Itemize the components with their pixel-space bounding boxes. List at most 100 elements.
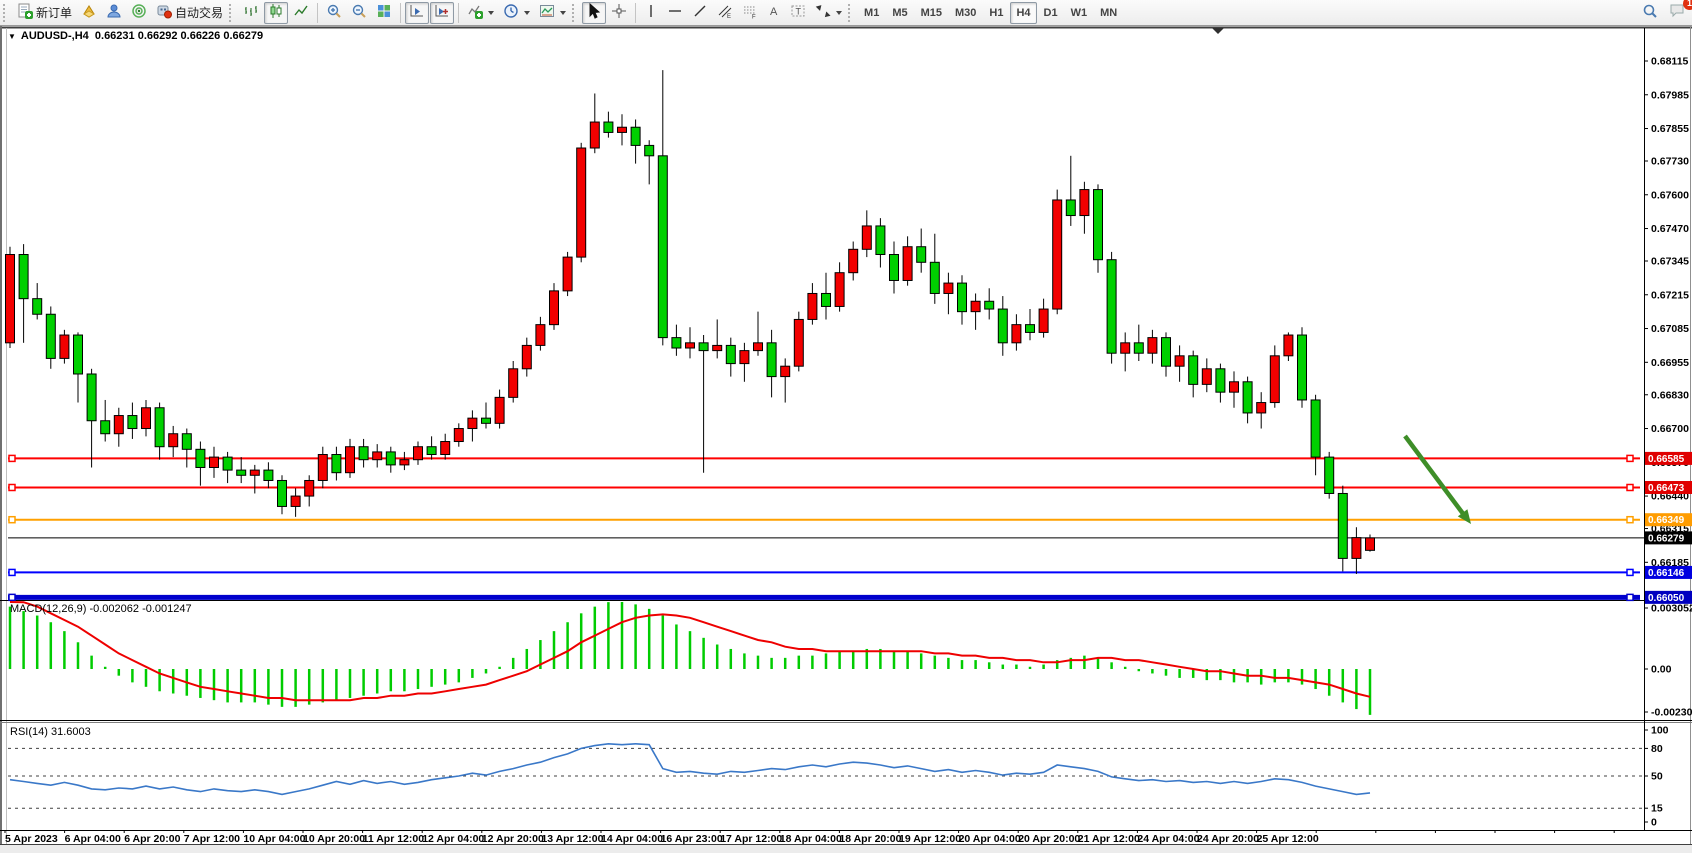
candle-body <box>155 408 164 447</box>
zoom-in-icon <box>326 3 342 22</box>
candle-body <box>1216 369 1225 392</box>
autotrading-button[interactable]: 自动交易 <box>152 2 227 24</box>
candlestick-chart-button[interactable] <box>264 2 288 24</box>
svg-text:E: E <box>727 14 731 19</box>
line-drag-handle[interactable] <box>1627 455 1633 461</box>
candle-body <box>128 416 137 429</box>
signals-button[interactable] <box>127 2 151 24</box>
price-chart-canvas[interactable]: 0.681150.679850.678550.677300.676000.674… <box>0 26 1692 853</box>
svg-text:T: T <box>796 7 802 17</box>
line-drag-handle[interactable] <box>9 569 15 575</box>
candle-body <box>386 452 395 465</box>
price-axis-tick-label: 0.66955 <box>1651 357 1689 369</box>
candle-body <box>454 429 463 442</box>
candle-body <box>332 455 341 473</box>
price-axis-tick-label: 0.66700 <box>1651 423 1689 435</box>
candle-body <box>767 343 776 377</box>
arrows-button[interactable] <box>811 2 846 24</box>
price-axis-tick-label: 0.67600 <box>1651 189 1689 201</box>
new-order-button[interactable]: 新订单 <box>13 2 76 24</box>
line-drag-handle[interactable] <box>9 594 15 600</box>
time-axis-label: 6 Apr 04:00 <box>65 833 121 845</box>
candle-body <box>74 335 83 374</box>
svg-text:F: F <box>752 15 756 20</box>
candle-body <box>509 369 518 398</box>
timeframe-m5-button[interactable]: M5 <box>886 2 913 24</box>
chart-title: ▼ AUDUSD-,H4 0.66231 0.66292 0.66226 0.6… <box>8 30 263 42</box>
indicators-icon <box>467 3 483 22</box>
line-chart-button[interactable] <box>289 2 313 24</box>
candle-body <box>1066 200 1075 216</box>
line-drag-handle[interactable] <box>1627 594 1633 600</box>
mt4-window: 新订单 自动交易 <box>0 0 1692 853</box>
candle-body <box>672 338 681 348</box>
timeframe-h4-button[interactable]: H4 <box>1010 2 1036 24</box>
price-axis-tick-label: 0.68115 <box>1651 56 1689 68</box>
chart-shift-button[interactable] <box>430 2 454 24</box>
periods-button[interactable] <box>499 2 534 24</box>
timeframe-mn-button[interactable]: MN <box>1094 2 1123 24</box>
profile-button[interactable] <box>102 2 126 24</box>
tile-windows-icon <box>376 3 392 22</box>
cursor-button[interactable] <box>582 2 606 24</box>
fibonacci-button[interactable]: F <box>738 2 762 24</box>
line-drag-handle[interactable] <box>1627 517 1633 523</box>
collapse-triangle-icon[interactable]: ▼ <box>8 32 16 41</box>
candle-body <box>468 418 477 428</box>
line-drag-handle[interactable] <box>9 455 15 461</box>
indicators-button[interactable] <box>463 2 498 24</box>
price-axis-tick-label: 0.67985 <box>1651 89 1689 101</box>
price-axis-tick-label: 0.67215 <box>1651 289 1689 301</box>
macd-indicator-label: MACD(12,26,9) -0.002062 -0.001247 <box>10 603 192 615</box>
crosshair-button[interactable] <box>607 2 631 24</box>
dropdown-caret-icon <box>836 11 842 15</box>
zoom-in-button[interactable] <box>322 2 346 24</box>
gold-prism-button[interactable] <box>77 2 101 24</box>
line-drag-handle[interactable] <box>9 484 15 490</box>
price-axis-tick-label: 0.67345 <box>1651 256 1689 268</box>
timeframe-m30-button[interactable]: M30 <box>949 2 982 24</box>
time-axis-label: 18 Apr 20:00 <box>839 833 901 845</box>
candle-body <box>822 293 831 306</box>
text-button[interactable]: A <box>763 2 785 24</box>
search-button[interactable] <box>1637 2 1663 24</box>
candle-body <box>550 291 559 325</box>
time-axis-label: 16 Apr 23:00 <box>661 833 723 845</box>
zoom-out-button[interactable] <box>347 2 371 24</box>
trendline-button[interactable] <box>688 2 712 24</box>
candle-body <box>1257 403 1266 413</box>
line-drag-handle[interactable] <box>1627 484 1633 490</box>
timeframe-w1-button[interactable]: W1 <box>1065 2 1094 24</box>
toolbar-grip[interactable] <box>848 4 854 22</box>
toolbar-grip[interactable] <box>572 4 578 22</box>
templates-button[interactable] <box>535 2 570 24</box>
timeframe-h1-button[interactable]: H1 <box>983 2 1009 24</box>
horizontal-line-button[interactable] <box>663 2 687 24</box>
svg-text:A: A <box>770 6 778 18</box>
notification-count-badge: 1 <box>1683 0 1692 10</box>
vertical-line-button[interactable] <box>640 2 662 24</box>
line-drag-handle[interactable] <box>9 517 15 523</box>
timeframe-d1-button[interactable]: D1 <box>1038 2 1064 24</box>
candle-body <box>876 226 885 255</box>
macd-axis-label: -0.002306 <box>1651 707 1692 719</box>
time-axis-label: 7 Apr 12:00 <box>184 833 240 845</box>
bar-chart-button[interactable] <box>239 2 263 24</box>
candle-body <box>1243 382 1252 413</box>
line-drag-handle[interactable] <box>1627 569 1633 575</box>
tile-windows-button[interactable] <box>372 2 396 24</box>
auto-scroll-button[interactable] <box>405 2 429 24</box>
time-axis-label: 11 Apr 12:00 <box>363 833 425 845</box>
toolbar-grip[interactable] <box>229 4 235 22</box>
template-icon <box>539 3 555 22</box>
toolbar-grip[interactable] <box>3 4 9 22</box>
timeframe-m1-button[interactable]: M1 <box>858 2 885 24</box>
candle-body <box>645 145 654 155</box>
clock-icon <box>503 3 519 22</box>
text-label-button[interactable]: T <box>786 2 810 24</box>
candle-body <box>1107 260 1116 354</box>
rsi-axis-label: 0 <box>1651 817 1657 829</box>
timeframe-m15-button[interactable]: M15 <box>915 2 948 24</box>
equidistant-channel-button[interactable]: E <box>713 2 737 24</box>
time-axis-label: 20 Apr 20:00 <box>1018 833 1080 845</box>
